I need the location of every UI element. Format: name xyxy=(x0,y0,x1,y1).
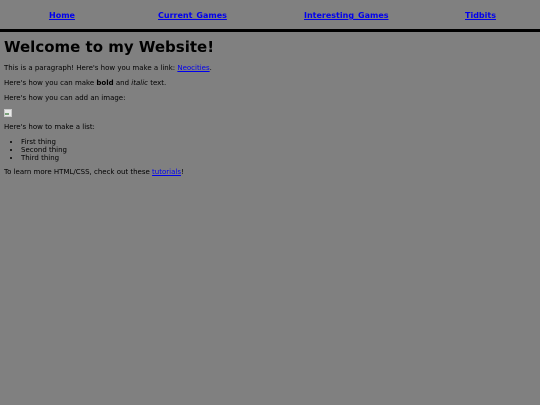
nav-link-tidbits[interactable]: Tidbits xyxy=(465,11,496,20)
top-nav: Home Current_Games Interesting_Games Tid… xyxy=(0,0,540,32)
nav-link-current-games[interactable]: Current_Games xyxy=(158,11,227,20)
broken-image-icon xyxy=(4,109,12,117)
list-item: First thing xyxy=(21,138,534,146)
paragraph-list-intro: Here's how to make a list: xyxy=(4,123,95,131)
list-item: Second thing xyxy=(21,146,534,154)
list-item: Third thing xyxy=(21,154,534,162)
p1-end: . xyxy=(209,64,212,72)
nav-link-interesting-games[interactable]: Interesting_Games xyxy=(304,11,389,20)
p5-end: ! xyxy=(180,168,184,176)
neocities-link[interactable]: Neocities xyxy=(177,64,209,72)
example-list: First thing Second thing Third thing xyxy=(4,138,534,162)
bold-text: bold xyxy=(96,79,114,87)
paragraph-formatting: Here's how you can make bold and italic … xyxy=(4,79,534,88)
p1-text: This is a paragraph! Here's how you make… xyxy=(4,64,178,72)
p2-text-b: and xyxy=(113,79,132,87)
paragraph-image-intro: Here's how you can add an image: xyxy=(4,94,126,102)
paragraph-link-intro: This is a paragraph! Here's how you make… xyxy=(4,64,534,73)
p2-text-a: Here's how you can make xyxy=(4,79,97,87)
p5-text: To learn more HTML/CSS, check out these xyxy=(4,168,153,176)
main-content: Welcome to my Website! This is a paragra… xyxy=(4,36,534,177)
p2-text-c: text. xyxy=(147,79,167,87)
tutorials-link[interactable]: tutorials xyxy=(152,168,181,176)
italic-text: italic xyxy=(131,79,148,87)
page-title: Welcome to my Website! xyxy=(4,38,215,56)
paragraph-tutorials: To learn more HTML/CSS, check out these … xyxy=(4,168,534,177)
nav-link-home[interactable]: Home xyxy=(49,11,75,20)
